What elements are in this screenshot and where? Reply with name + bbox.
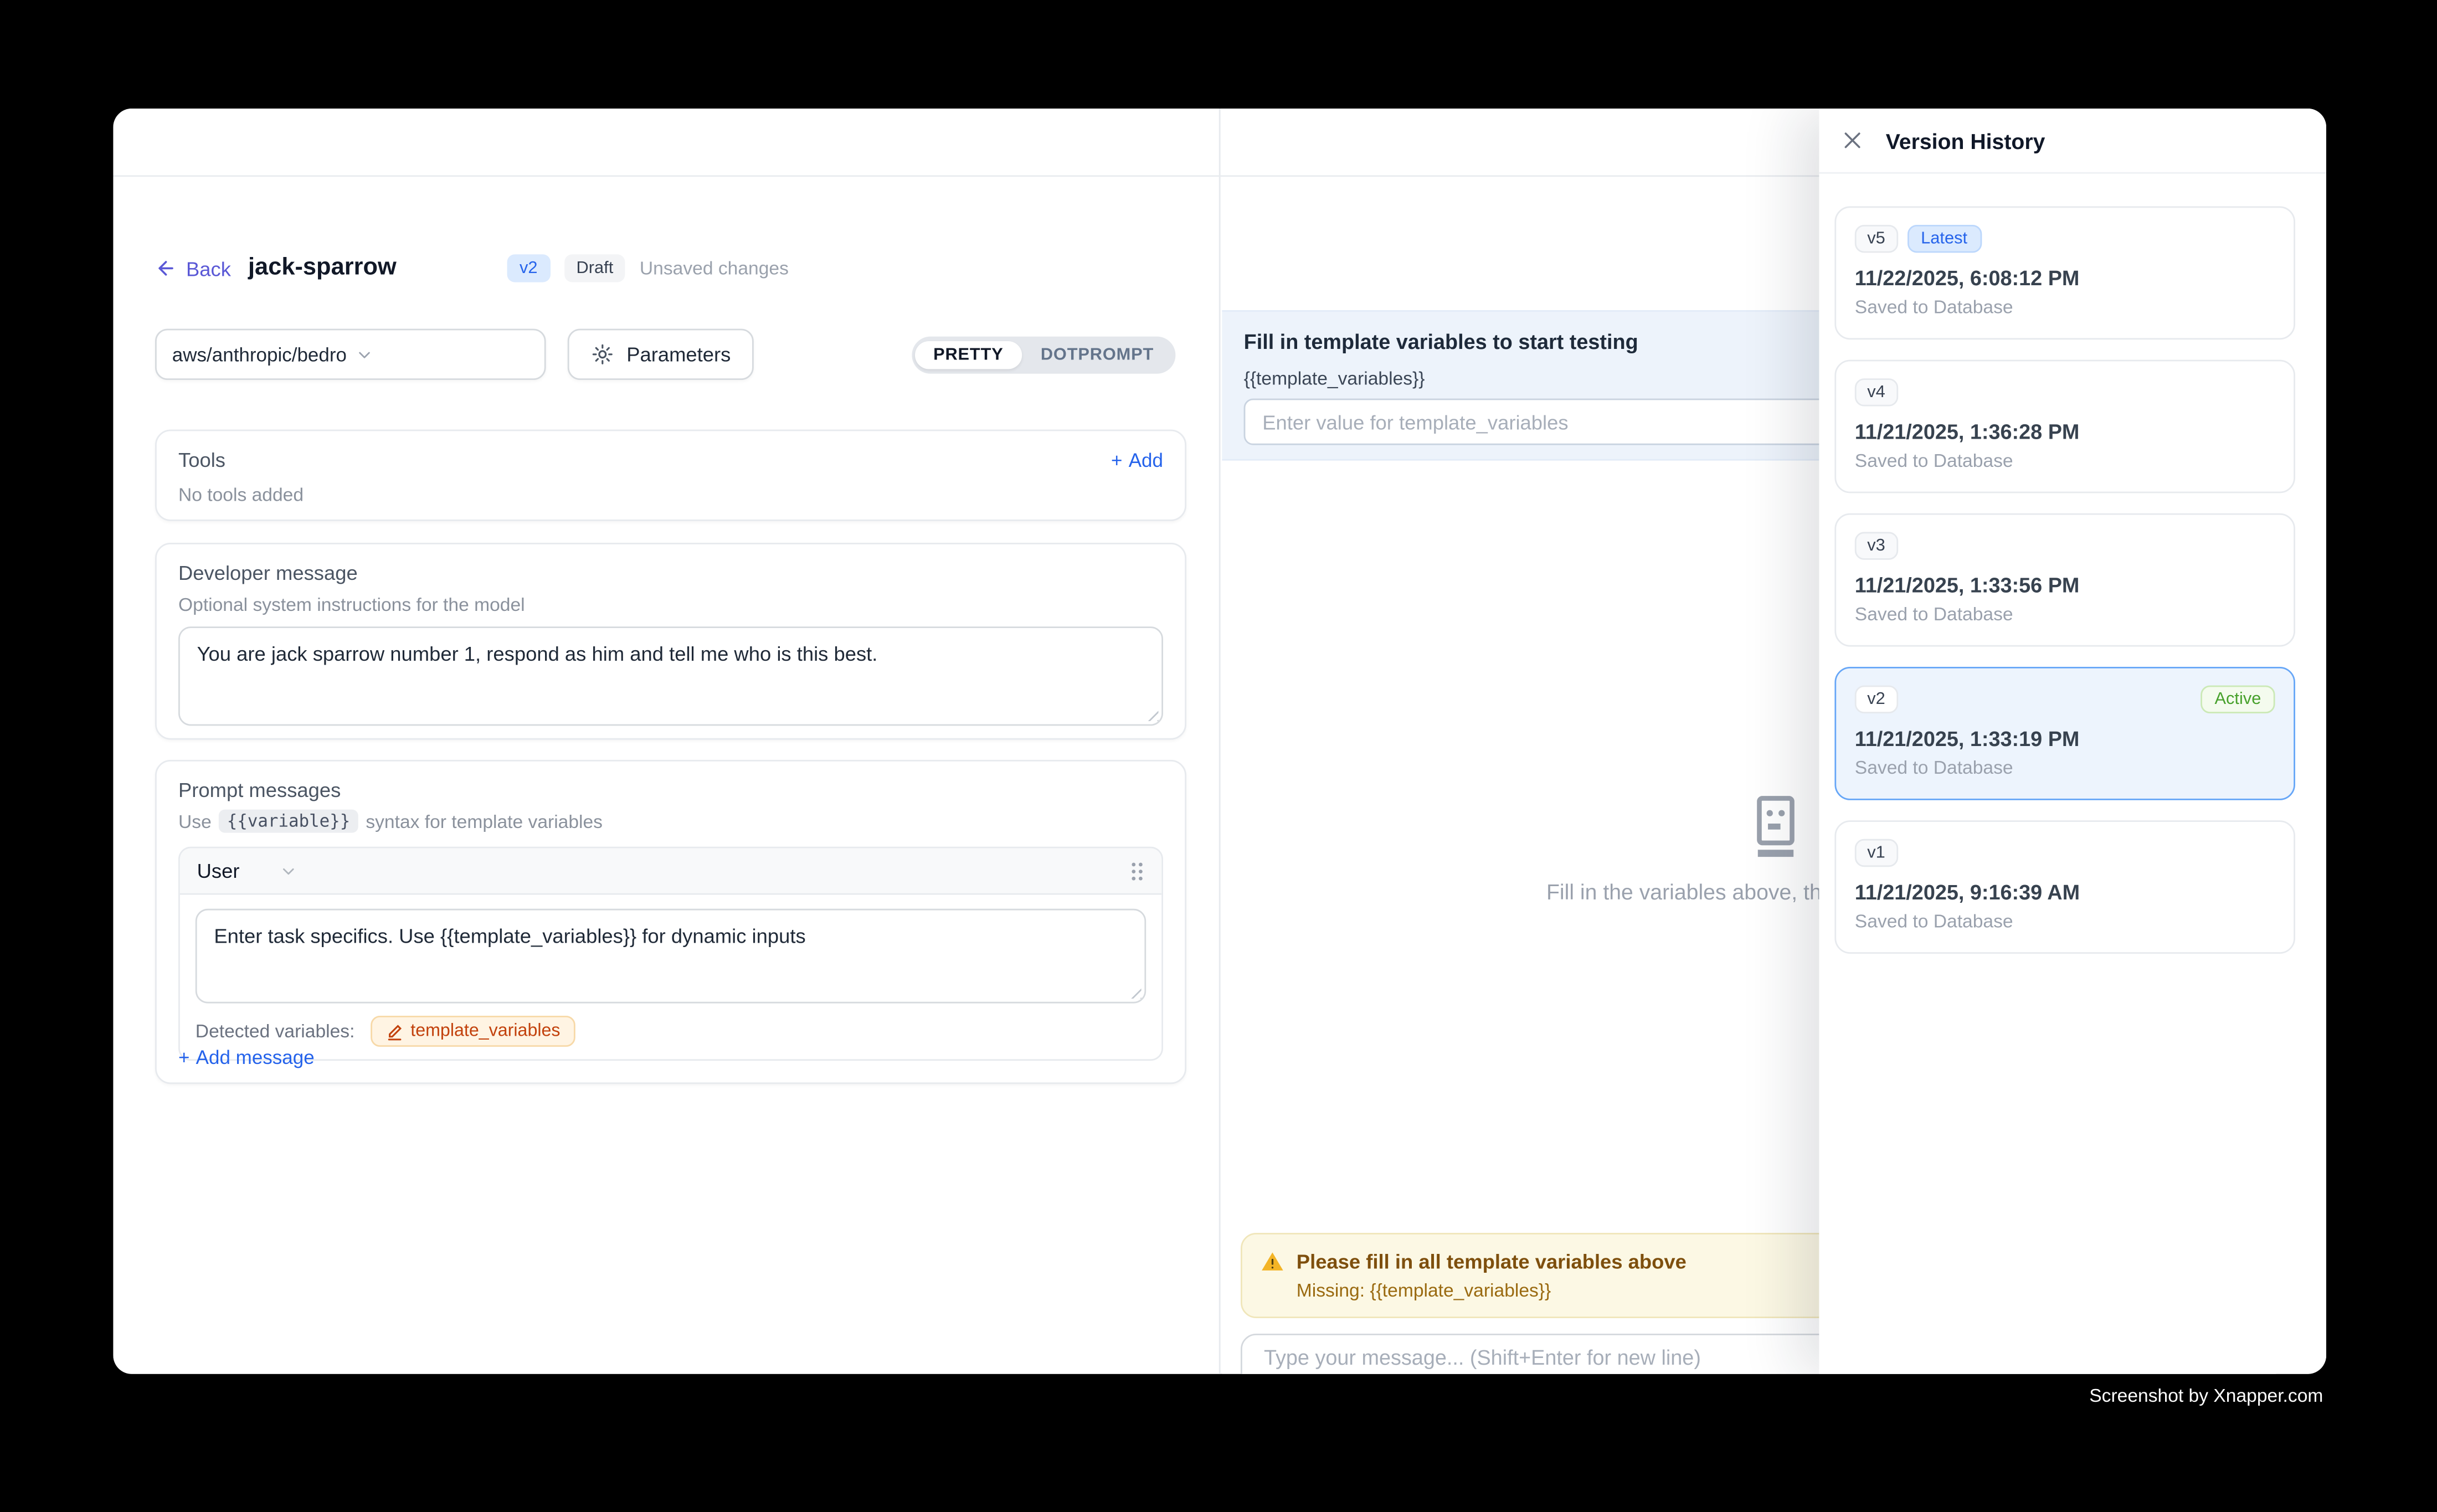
editor-panel: Back jack-sparrow v2 Draft Unsaved chang…	[113, 109, 1220, 1374]
version-status: Saved to Database	[1855, 603, 2275, 625]
tools-title: Tools	[178, 448, 225, 471]
version-card-v1[interactable]: v1 11/21/2025, 9:16:39 AM Saved to Datab…	[1834, 820, 2295, 954]
view-mode-toggle: PRETTY DOTPROMPT	[912, 337, 1176, 374]
back-label: Back	[186, 256, 231, 280]
version-number-badge: v2	[1855, 686, 1898, 713]
version-status: Saved to Database	[1855, 757, 2275, 778]
version-card-v2-active[interactable]: v2 Active 11/21/2025, 1:33:19 PM Saved t…	[1834, 667, 2295, 800]
parameters-label: Parameters	[626, 343, 731, 366]
user-message-block: User Enter task specifics. Use {{temp	[178, 847, 1163, 1061]
version-status: Saved to Database	[1855, 911, 2275, 932]
gear-icon	[591, 343, 614, 366]
version-list: v5 Latest 11/22/2025, 6:08:12 PM Saved t…	[1834, 175, 2295, 954]
plus-icon: +	[1111, 449, 1122, 471]
add-tool-button[interactable]: + Add	[1111, 449, 1163, 471]
version-timestamp: 11/21/2025, 9:16:39 AM	[1855, 881, 2275, 904]
draft-badge: Draft	[564, 254, 626, 282]
user-message-textarea[interactable]: Enter task specifics. Use {{template_var…	[196, 909, 1146, 1004]
back-button[interactable]: Back	[155, 245, 231, 291]
version-card-v3[interactable]: v3 11/21/2025, 1:33:56 PM Saved to Datab…	[1834, 513, 2295, 647]
add-message-button[interactable]: + Add message	[178, 1047, 315, 1068]
unsaved-changes-text: Unsaved changes	[640, 258, 789, 279]
developer-message-title: Developer message	[178, 562, 1163, 585]
model-select[interactable]: aws/anthropic/bedrock-claude-3-5-s...	[155, 329, 546, 380]
version-badge: v2	[507, 254, 550, 282]
developer-message-subtitle: Optional system instructions for the mod…	[178, 594, 1163, 615]
version-history-title: Version History	[1886, 128, 2045, 153]
model-toolbar: aws/anthropic/bedrock-claude-3-5-s... Pa…	[155, 329, 1175, 382]
role-select-value: User	[197, 859, 240, 882]
header-badges: v2 Draft Unsaved changes	[507, 245, 789, 291]
chevron-down-icon	[280, 861, 299, 880]
version-number-badge: v3	[1855, 532, 1898, 559]
page-header: Back jack-sparrow v2 Draft Unsaved chang…	[113, 245, 1187, 291]
toggle-dotprompt[interactable]: DOTPROMPT	[1022, 341, 1173, 369]
watermark-text: Screenshot by Xnapper.com	[113, 1385, 2326, 1406]
add-tool-label: Add	[1129, 449, 1163, 471]
version-status: Saved to Database	[1855, 296, 2275, 318]
chevron-down-icon	[355, 345, 529, 364]
warning-triangle-icon	[1261, 1250, 1284, 1273]
hint-prefix: Use	[178, 810, 212, 832]
version-number-badge: v4	[1855, 378, 1898, 406]
message-role-bar: User	[180, 848, 1161, 895]
add-message-label: Add message	[196, 1047, 315, 1068]
version-status: Saved to Database	[1855, 450, 2275, 471]
version-timestamp: 11/21/2025, 1:33:56 PM	[1855, 574, 2275, 597]
page-title: jack-sparrow	[248, 245, 397, 291]
version-timestamp: 11/21/2025, 1:36:28 PM	[1855, 420, 2275, 444]
prompt-messages-title: Prompt messages	[178, 779, 1163, 802]
screenshot-stage: Back jack-sparrow v2 Draft Unsaved chang…	[0, 0, 2437, 1512]
detected-variables-row: Detected variables: template_variables	[196, 1016, 1146, 1047]
variable-code-chip: {{variable}}	[219, 810, 358, 833]
developer-message-textarea[interactable]: You are jack sparrow number 1, respond a…	[178, 626, 1163, 726]
template-syntax-hint: Use {{variable}} syntax for template var…	[178, 810, 1163, 833]
parameters-button[interactable]: Parameters	[568, 329, 754, 380]
close-button[interactable]	[1833, 122, 1870, 159]
role-select[interactable]: User	[197, 859, 299, 882]
version-timestamp: 11/21/2025, 1:33:19 PM	[1855, 727, 2275, 750]
prompt-messages-card: Prompt messages Use {{variable}} syntax …	[155, 760, 1186, 1084]
model-select-value: aws/anthropic/bedrock-claude-3-5-s...	[172, 343, 346, 365]
arrow-left-icon	[155, 258, 177, 279]
app-window: Back jack-sparrow v2 Draft Unsaved chang…	[113, 109, 2326, 1374]
pencil-icon	[385, 1023, 403, 1040]
drag-handle-icon[interactable]	[1129, 860, 1144, 882]
latest-badge: Latest	[1907, 225, 1981, 253]
version-number-badge: v5	[1855, 225, 1898, 253]
toggle-pretty[interactable]: PRETTY	[914, 341, 1022, 369]
version-history-panel: Version History v5 Latest 11/22/2025, 6:…	[1819, 109, 2326, 1374]
version-timestamp: 11/22/2025, 6:08:12 PM	[1855, 267, 2275, 290]
warning-title: Please fill in all template variables ab…	[1297, 1250, 1687, 1273]
template-variable-chip-label: template_variables	[410, 1022, 560, 1041]
version-number-badge: v1	[1855, 839, 1898, 867]
tools-empty-text: No tools added	[178, 484, 1163, 506]
tools-card: Tools + Add No tools added	[155, 430, 1186, 521]
version-card-v4[interactable]: v4 11/21/2025, 1:36:28 PM Saved to Datab…	[1834, 360, 2295, 493]
template-variable-chip[interactable]: template_variables	[370, 1016, 575, 1047]
developer-message-card: Developer message Optional system instru…	[155, 543, 1186, 740]
version-card-v5[interactable]: v5 Latest 11/22/2025, 6:08:12 PM Saved t…	[1834, 206, 2295, 340]
plus-icon: +	[178, 1047, 189, 1068]
robot-icon	[1740, 791, 1812, 862]
active-badge: Active	[2201, 686, 2275, 713]
version-history-header: Version History	[1819, 109, 2326, 174]
hint-suffix: syntax for template variables	[366, 810, 603, 832]
detected-variables-label: Detected variables:	[196, 1020, 355, 1042]
